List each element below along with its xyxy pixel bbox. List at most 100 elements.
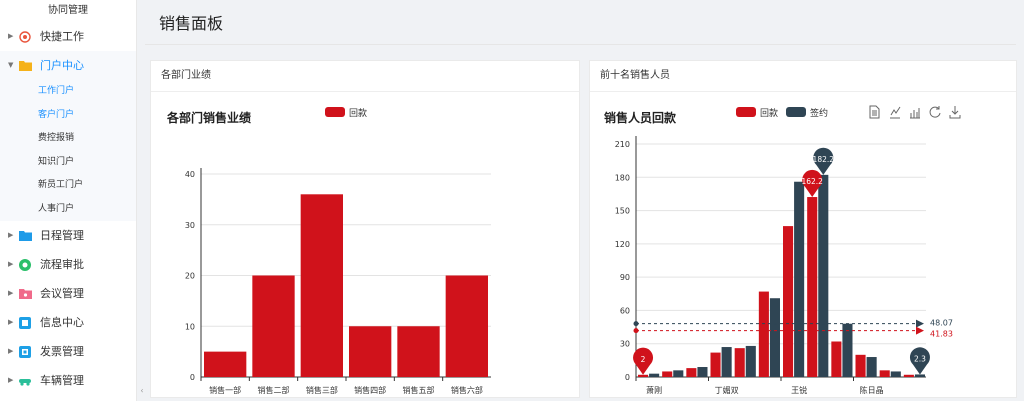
sidebar-item-vehicle[interactable]: ▶ 车辆管理 [0,366,136,395]
department-performance-panel: 各部门业绩 各部门销售业绩 回款 0 10 20 30 40 销售一部 销售二部 销售三部 销售四部… [150,60,580,398]
bar [252,275,295,377]
legend-label: 回款 [760,107,778,119]
sidebar-item-label: 门户中心 [40,59,84,72]
bar-receipts [638,374,649,377]
y-tick-label: 90 [620,273,630,282]
download-icon [949,106,961,119]
y-tick-label: 0 [190,373,195,382]
caret-right-icon: ▶ [8,347,14,355]
mark-point-label: 2.3 [914,354,926,363]
mark-point-label: 182.2 [813,155,835,164]
y-tick-label: 10 [185,322,195,331]
bar-contracts [794,181,805,377]
bar [300,194,343,377]
info-icon [18,316,32,330]
bar [397,326,440,377]
bar [204,351,247,377]
salesperson-receipts-chart: 销售人员回款 回款 签约 0 30 60 90 120 150 180 210 萧刚 丁媚双 王锐 陈日晶 4… [604,105,961,395]
y-tick-label: 30 [185,221,195,230]
sidebar-item-label: 会议管理 [40,287,84,300]
bar-receipts [855,354,866,377]
caret-right-icon: ▶ [8,260,14,268]
submenu-item-knowledge[interactable]: 知识门户 [0,151,136,175]
y-tick-label: 0 [625,373,630,382]
meeting-folder-icon [18,287,32,301]
y-tick-label: 30 [620,340,630,349]
sidebar-item-info[interactable]: ▶ 信息中心 [0,308,136,337]
car-icon [18,374,32,388]
sidebar-item-schedule[interactable]: ▶ 日程管理 [0,221,136,250]
y-tick-label: 150 [615,207,630,216]
bar-receipts [807,197,818,377]
page-title: 销售面板 [159,14,224,33]
sidebar-item-label: 发票管理 [40,345,84,358]
bar-contracts [673,370,684,377]
mark-point-label: 2 [641,355,646,364]
y-tick-label: 210 [615,140,630,149]
bar-receipts [710,352,721,377]
mark-point-label: 162.2 [801,177,823,186]
bar-contracts [769,298,780,377]
sidebar-collapse-button[interactable]: ‹ [136,384,148,398]
bar-contracts [818,174,829,377]
submenu-item-new-employee[interactable]: 新员工门户 [0,174,136,198]
sidebar-item-label: 车辆管理 [40,374,84,387]
bar-contracts [649,373,660,377]
folder-icon [18,59,32,73]
y-tick-label: 120 [615,240,630,249]
bar-contracts [842,323,853,377]
bar-contracts [697,367,708,377]
sidebar: 协同管理 ▶ 快捷工作 ▼ 门户中心 工作门户 客户门户 费控报销 知识门户 新… [0,0,137,401]
bar-contracts [745,345,756,377]
bar-receipts [879,370,890,377]
x-tick-label: 丁媚双 [715,385,739,395]
department-sales-chart: 各部门销售业绩 回款 0 10 20 30 40 销售一部 销售二部 销售三部 销售四部 销售五部 销售… [166,107,491,395]
caret-right-icon: ▶ [8,318,14,326]
submenu-item-expense[interactable]: 费控报销 [0,127,136,151]
mark-line-label: 48.07 [930,319,953,328]
refresh-icon [929,106,941,118]
sidebar-item-label: 信息中心 [40,316,84,329]
submenu-item-hr[interactable]: 人事门户 [0,198,136,222]
sidebar-title: 协同管理 [48,5,88,16]
legend-swatch [325,107,345,117]
page-header: 销售面板 [137,0,1024,45]
mark-line-arrow [916,326,924,335]
sidebar-item-invoice[interactable]: ▶ 发票管理 [0,337,136,366]
y-tick-label: 60 [620,306,630,315]
legend-swatch [786,107,806,117]
submenu-item-work-portal[interactable]: 工作门户 [0,80,136,104]
bar [445,275,488,377]
sidebar-item-label: 日程管理 [40,229,84,242]
x-tick-label: 销售三部 [306,385,338,395]
x-tick-label: 王锐 [791,385,807,395]
flow-icon [18,258,32,272]
sidebar-item-portal[interactable]: ▼ 门户中心 [0,51,136,80]
x-tick-label: 销售四部 [354,385,386,395]
chart-title: 各部门销售业绩 [166,110,251,125]
data-view-icon [869,105,880,119]
bar-receipts [662,371,673,377]
mark-line-arrow [916,319,924,328]
x-tick-label: 萧刚 [646,385,662,395]
header-divider [145,44,1016,45]
bar [349,326,392,377]
bar-receipts [903,374,914,377]
portal-submenu: 工作门户 客户门户 费控报销 知识门户 新员工门户 人事门户 [0,80,136,221]
y-tick-label: 20 [185,272,195,281]
bar-receipts [758,291,769,377]
mark-line-label: 41.83 [930,330,953,339]
panel-title: 前十名销售人员 [590,61,1016,92]
x-tick-label: 销售六部 [451,385,483,395]
sidebar-item-quick-work[interactable]: ▶ 快捷工作 [0,22,136,51]
mark-line-start [633,321,639,327]
sidebar-item-meeting[interactable]: ▶ 会议管理 [0,279,136,308]
y-tick-label: 180 [615,173,630,182]
caret-right-icon: ▶ [8,376,14,384]
sidebar-item-approval[interactable]: ▶ 流程审批 [0,250,136,279]
caret-right-icon: ▶ [8,32,14,40]
caret-right-icon: ▶ [8,231,14,239]
legend-swatch [736,107,756,117]
submenu-item-customer-portal[interactable]: 客户门户 [0,104,136,128]
caret-down-icon: ▼ [8,61,14,69]
